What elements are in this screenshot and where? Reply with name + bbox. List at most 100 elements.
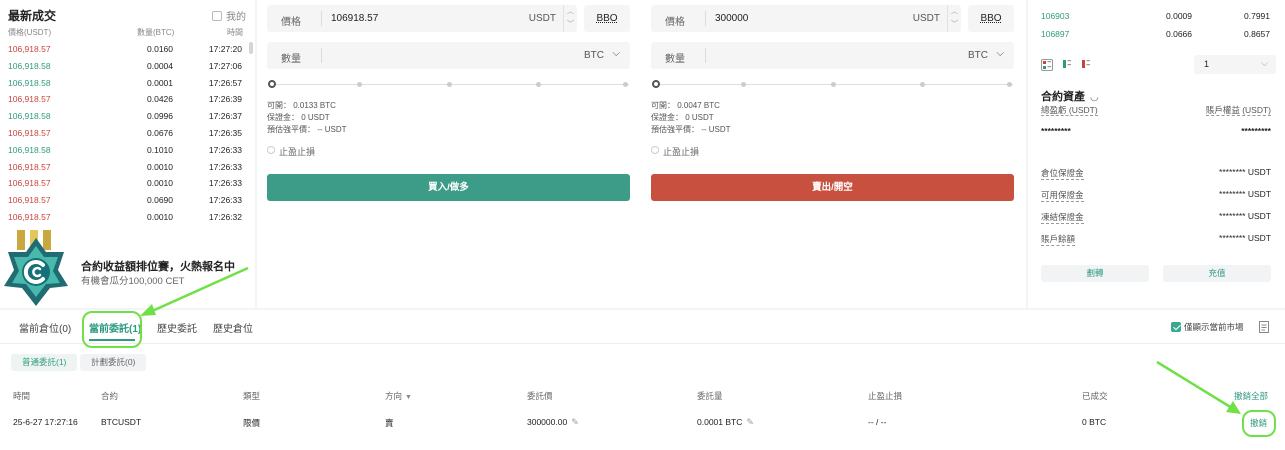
equity-value: ********* — [1241, 126, 1271, 136]
orderbook-price[interactable]: 106903 — [1041, 11, 1069, 21]
equity-label: 賬戶權益 (USDT) — [1205, 105, 1271, 116]
sell-bbo-button[interactable]: BBO — [968, 5, 1014, 32]
buy-qty-input[interactable]: 數量 BTC ⌵ — [267, 42, 630, 69]
right-panel — [1028, 0, 1285, 308]
col-type: 類型 — [243, 391, 261, 401]
buy-slider-handle[interactable] — [268, 80, 276, 88]
trade-row: 106,918.57 0.0676 17:26:35 — [0, 125, 255, 142]
col-filled: 已成交 — [1082, 391, 1108, 401]
trade-time: 17:26:33 — [208, 144, 242, 155]
trade-price: 106,918.58 — [8, 111, 51, 122]
buy-tpsl-radio[interactable] — [267, 146, 275, 154]
sell-slider-handle[interactable] — [652, 80, 660, 88]
sell-short-button[interactable]: 賣出/開空 — [651, 174, 1014, 201]
available-margin-label: 可用保證金 — [1041, 190, 1084, 202]
buy-qty-label: 數量 — [281, 54, 301, 65]
trade-row: 106,918.57 0.0426 17:26:39 — [0, 91, 255, 108]
trade-qty: 0.0690 — [147, 195, 173, 206]
trade-row: 106,918.58 0.0004 17:27:06 — [0, 58, 255, 75]
order-price-cell: 300000.00 ✎ — [527, 417, 579, 428]
position-margin-value: ******** USDT — [1219, 167, 1271, 177]
chevron-down-icon[interactable]: ⌵ — [996, 48, 1004, 59]
sell-price-stepper[interactable]: ︿ ﹀ — [947, 5, 961, 32]
sell-margin: 保證金： 0 USDT — [651, 113, 714, 122]
sell-available: 可開： 0.0047 BTC — [651, 101, 720, 110]
trade-qty: 0.0160 — [147, 44, 173, 54]
view-both-icon[interactable] — [1041, 59, 1053, 71]
highlight-open-orders-tab — [82, 311, 142, 348]
edit-icon[interactable]: ✎ — [746, 417, 754, 428]
trades-header-qty: 數量(BTC) — [137, 28, 175, 37]
order-tpsl: -- / -- — [868, 417, 887, 427]
document-icon[interactable] — [1259, 320, 1269, 338]
orderbook-total: 0.8657 — [1244, 29, 1270, 39]
trade-qty: 0.1010 — [147, 144, 173, 155]
trade-qty: 0.0426 — [147, 94, 173, 105]
sell-tpsl-label[interactable]: 止盈止損 — [663, 145, 699, 158]
transfer-button[interactable]: 劃轉 — [1041, 265, 1149, 282]
assets-title: 合約資產 ◡ — [1041, 91, 1099, 103]
trade-row: 106,918.57 0.0160 17:27:20 — [0, 41, 255, 58]
current-market-only-toggle[interactable]: 僅顯示當前市場 — [1171, 321, 1244, 333]
trade-time: 17:26:33 — [208, 161, 242, 172]
buy-price-stepper[interactable]: ︿ ﹀ — [563, 5, 577, 32]
orderbook-qty: 0.0009 — [1166, 11, 1192, 21]
buy-tpsl-label[interactable]: 止盈止損 — [279, 145, 315, 158]
col-contract: 合約 — [101, 391, 119, 401]
subtab-plan-orders[interactable]: 計劃委託(0) — [80, 354, 147, 371]
cancel-all-button[interactable]: 撤銷全部 — [1234, 390, 1268, 402]
orderbook-price[interactable]: 106897 — [1041, 29, 1069, 39]
medal-icon — [4, 230, 68, 306]
trades-header-price: 價格(USDT) — [8, 28, 52, 37]
buy-qty-unit[interactable]: BTC — [584, 50, 604, 61]
caret-down-icon[interactable]: ▼ — [405, 394, 412, 401]
view-bids-icon[interactable] — [1061, 59, 1073, 71]
promo-subtitle: 有機會瓜分100,000 CET — [81, 276, 185, 287]
chevron-up-icon[interactable]: ︿ — [564, 5, 577, 18]
trade-price: 106,918.58 — [8, 77, 51, 88]
tab-order-history[interactable]: 歷史委託 — [157, 320, 197, 335]
trade-time: 17:26:57 — [208, 77, 242, 88]
trade-time: 17:26:33 — [208, 178, 242, 189]
buy-price-input[interactable]: 價格 106918.57 USDT ︿ ﹀ — [267, 5, 577, 32]
view-asks-icon[interactable] — [1080, 59, 1092, 71]
chevron-down-icon[interactable]: ﹀ — [564, 18, 577, 31]
trade-time: 17:27:20 — [208, 44, 242, 54]
chevron-up-icon[interactable]: ︿ — [948, 5, 961, 18]
my-trades-label: 我的 — [226, 12, 246, 23]
chevron-down-icon[interactable]: ﹀ — [948, 18, 961, 31]
my-trades-checkbox[interactable] — [212, 10, 222, 21]
col-side[interactable]: 方向 ▼ — [385, 390, 412, 402]
eye-hidden-icon[interactable]: ◡ — [1090, 92, 1099, 103]
order-type: 限價 — [243, 418, 261, 428]
trade-time: 17:26:33 — [208, 195, 242, 206]
order-filled: 0 BTC — [1082, 417, 1107, 427]
sell-tpsl-radio[interactable] — [651, 146, 659, 154]
trades-header-time: 時間 — [227, 28, 243, 37]
precision-select[interactable]: 1 ⌵ — [1194, 55, 1276, 74]
trade-qty: 0.0004 — [147, 60, 173, 71]
buy-bbo-button[interactable]: BBO — [584, 5, 630, 32]
chevron-down-icon[interactable]: ⌵ — [612, 48, 620, 59]
order-contract: BTCUSDT — [101, 417, 142, 427]
subtab-normal-orders[interactable]: 普通委託(1) — [11, 354, 78, 371]
col-price: 委託價 — [527, 391, 553, 401]
sell-qty-input[interactable]: 數量 BTC ⌵ — [651, 42, 1014, 69]
sell-price-input[interactable]: 價格 300000 USDT ︿ ﹀ — [651, 5, 961, 32]
buy-price-label: 價格 — [281, 17, 301, 28]
edit-icon[interactable]: ✎ — [571, 417, 579, 428]
promo-title[interactable]: 合約收益額排位賽，火熱報名中 — [81, 258, 235, 274]
col-tpsl: 止盈止損 — [868, 391, 903, 401]
chevron-down-icon: ⌵ — [1261, 58, 1268, 68]
trade-qty: 0.0010 — [147, 178, 173, 189]
deposit-button[interactable]: 充值 — [1163, 265, 1271, 282]
tab-positions[interactable]: 當前倉位(0) — [19, 320, 71, 335]
trade-time: 17:26:32 — [208, 212, 242, 222]
trades-scrollbar[interactable] — [249, 42, 253, 54]
sell-price-value: 300000 — [715, 13, 749, 24]
current-market-only-checkbox[interactable] — [1171, 322, 1181, 332]
tab-position-history[interactable]: 歷史倉位 — [213, 320, 253, 335]
buy-long-button[interactable]: 買入/做多 — [267, 174, 630, 201]
my-trades-toggle[interactable]: 我的 — [212, 8, 246, 23]
sell-qty-unit[interactable]: BTC — [968, 50, 988, 61]
